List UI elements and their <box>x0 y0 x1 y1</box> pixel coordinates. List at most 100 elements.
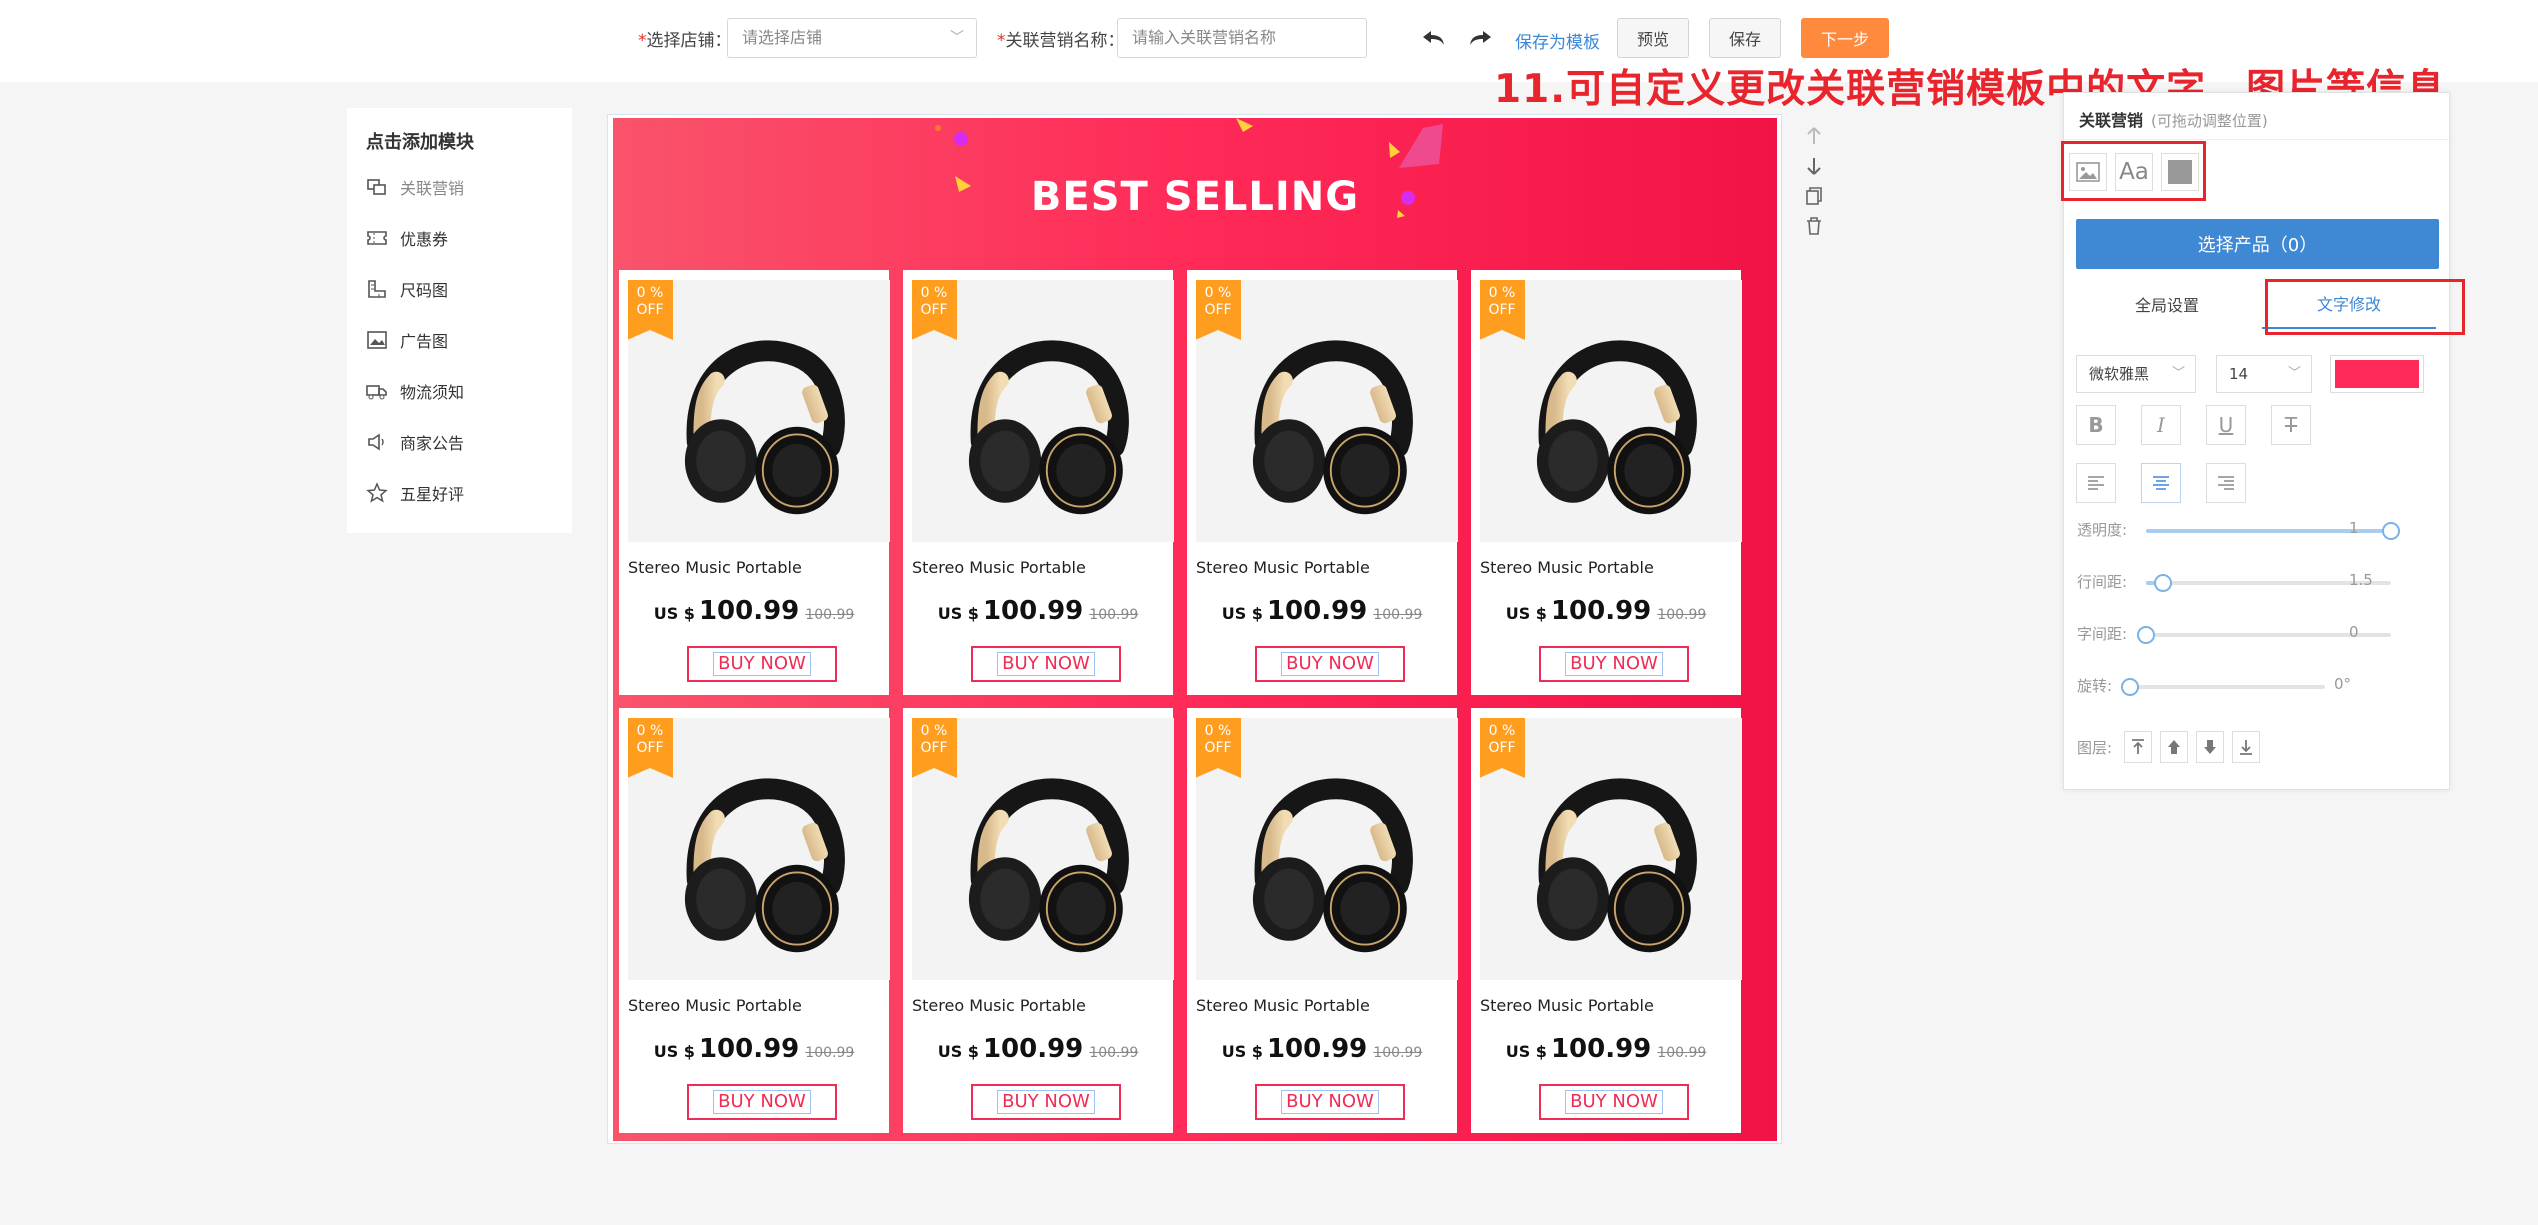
annotation-box-text-tab <box>2265 279 2465 335</box>
copy-icon[interactable] <box>1802 184 1826 208</box>
buy-now-button[interactable]: BUY NOW <box>971 646 1121 682</box>
product-name[interactable]: Stereo Music Portable <box>912 558 1086 577</box>
product-image[interactable]: 0 % OFF <box>912 718 1174 980</box>
layer-label: 图层: <box>2077 739 2113 757</box>
product-card[interactable]: 0 % OFF Stereo Music Portable US $100.99 100… <box>1187 270 1458 695</box>
move-up-icon[interactable] <box>1802 124 1826 148</box>
save-button[interactable]: 保存 <box>1709 18 1781 58</box>
rotation-slider[interactable] <box>2121 678 2325 696</box>
underline-button[interactable]: U <box>2206 405 2246 445</box>
product-price[interactable]: US $100.99 100.99 <box>903 1034 1173 1064</box>
buy-now-button[interactable]: BUY NOW <box>1255 1084 1405 1120</box>
product-name[interactable]: Stereo Music Portable <box>1196 558 1370 577</box>
sidebar-item-related-marketing[interactable]: 关联营销 <box>366 172 464 202</box>
strikethrough-button[interactable]: T <box>2271 405 2311 445</box>
size-chart-icon <box>368 280 386 298</box>
discount-badge: 0 % OFF <box>1196 718 1241 778</box>
product-card[interactable]: 0 % OFF Stereo Music Portable US $100.99 100… <box>619 270 890 695</box>
sidebar-item-size-chart[interactable]: 尺码图 <box>366 274 448 304</box>
original-price: 100.99 <box>1089 1045 1139 1061</box>
move-down-icon[interactable] <box>1802 154 1826 178</box>
price-value: 100.99 <box>1550 1034 1652 1064</box>
bold-button[interactable]: B <box>2076 405 2116 445</box>
slider-handle[interactable] <box>2382 522 2400 540</box>
product-price[interactable]: US $100.99 100.99 <box>1471 596 1741 626</box>
product-price[interactable]: US $100.99 100.99 <box>903 596 1173 626</box>
send-backward-icon[interactable] <box>2196 731 2224 763</box>
shop-select[interactable]: 请选择店铺 ﹀ <box>727 18 977 58</box>
text-color-picker[interactable] <box>2330 355 2424 393</box>
product-price[interactable]: US $100.99 100.99 <box>619 596 889 626</box>
buy-now-button[interactable]: BUY NOW <box>1539 646 1689 682</box>
buy-now-button[interactable]: BUY NOW <box>971 1084 1121 1120</box>
product-price[interactable]: US $100.99 100.99 <box>1187 596 1457 626</box>
sidebar-item-ad-image[interactable]: 广告图 <box>366 325 448 355</box>
shape-tool-icon[interactable] <box>2161 153 2199 191</box>
sidebar-item-coupon[interactable]: 优惠券 <box>366 223 448 253</box>
tab-global-settings[interactable]: 全局设置 <box>2076 279 2258 329</box>
product-image[interactable]: 0 % OFF <box>912 280 1174 542</box>
property-panel[interactable]: 关联营销 (可拖动调整位置) Aa 选择产品（0） 全局设置 文字修改 微软雅黑 ﹀… <box>2061 92 2465 790</box>
bring-forward-icon[interactable] <box>2160 731 2188 763</box>
align-center-icon[interactable] <box>2141 463 2181 503</box>
font-family-select[interactable]: 微软雅黑 ﹀ <box>2076 355 2196 393</box>
product-card[interactable]: 0 % OFF Stereo Music Portable US $100.99 100… <box>1471 270 1742 695</box>
product-image[interactable]: 0 % OFF <box>1196 718 1458 980</box>
product-image[interactable]: 0 % OFF <box>628 718 890 980</box>
bring-to-front-icon[interactable] <box>2124 731 2152 763</box>
product-card[interactable]: 0 % OFF Stereo Music Portable US $100.99 100… <box>903 270 1174 695</box>
product-name[interactable]: Stereo Music Portable <box>912 996 1086 1015</box>
slider-handle[interactable] <box>2121 678 2139 696</box>
font-size-select[interactable]: 14 ﹀ <box>2216 355 2312 393</box>
currency-label: US $ <box>937 1042 979 1061</box>
product-name[interactable]: Stereo Music Portable <box>628 558 802 577</box>
product-price[interactable]: US $100.99 100.99 <box>1187 1034 1457 1064</box>
panel-hint: (可拖动调整位置) <box>2151 112 2268 130</box>
product-card[interactable]: 0 % OFF Stereo Music Portable US $100.99 100… <box>1187 708 1458 1133</box>
buy-now-button[interactable]: BUY NOW <box>1539 1084 1689 1120</box>
line-height-value: 1.5 <box>2349 571 2373 589</box>
buy-now-button[interactable]: BUY NOW <box>687 1084 837 1120</box>
price-value: 100.99 <box>982 596 1084 626</box>
product-image[interactable]: 0 % OFF <box>1196 280 1458 542</box>
square-shape-icon <box>2168 160 2192 184</box>
currency-label: US $ <box>1505 604 1547 623</box>
italic-button[interactable]: I <box>2141 405 2181 445</box>
text-tool-icon[interactable]: Aa <box>2115 153 2153 191</box>
star-icon <box>366 482 388 503</box>
save-as-template-link[interactable]: 保存为模板 <box>1515 28 1600 53</box>
sidebar-item-announcement[interactable]: 商家公告 <box>366 427 464 457</box>
product-name[interactable]: Stereo Music Portable <box>1480 558 1654 577</box>
image-tool-icon[interactable] <box>2069 153 2107 191</box>
next-step-button[interactable]: 下一步 <box>1801 18 1889 58</box>
product-price[interactable]: US $100.99 100.99 <box>619 1034 889 1064</box>
product-image[interactable]: 0 % OFF <box>628 280 890 542</box>
product-card[interactable]: 0 % OFF Stereo Music Portable US $100.99 100… <box>903 708 1174 1133</box>
delete-icon[interactable] <box>1802 214 1826 238</box>
sidebar-title: 点击添加模块 <box>366 132 474 153</box>
marketing-name-input[interactable]: 请输入关联营销名称 <box>1117 18 1367 58</box>
product-name[interactable]: Stereo Music Portable <box>1196 996 1370 1015</box>
product-image[interactable]: 0 % OFF <box>1480 718 1742 980</box>
product-card[interactable]: 0 % OFF Stereo Music Portable US $100.99 100… <box>619 708 890 1133</box>
product-name[interactable]: Stereo Music Portable <box>1480 996 1654 1015</box>
preview-button[interactable]: 预览 <box>1617 18 1689 58</box>
product-card[interactable]: 0 % OFF Stereo Music Portable US $100.99 100… <box>1471 708 1742 1133</box>
sidebar-item-logistics[interactable]: 物流须知 <box>366 376 464 406</box>
product-name[interactable]: Stereo Music Portable <box>628 996 802 1015</box>
product-image[interactable]: 0 % OFF <box>1480 280 1742 542</box>
send-to-back-icon[interactable] <box>2232 731 2260 763</box>
buy-now-button[interactable]: BUY NOW <box>1255 646 1405 682</box>
undo-icon[interactable] <box>1417 18 1451 58</box>
select-products-button[interactable]: 选择产品（0） <box>2076 219 2439 269</box>
redo-icon[interactable] <box>1463 18 1497 58</box>
sidebar-item-five-star[interactable]: 五星好评 <box>366 478 464 508</box>
align-right-icon[interactable] <box>2206 463 2246 503</box>
slider-handle[interactable] <box>2137 626 2155 644</box>
slider-handle[interactable] <box>2154 574 2173 592</box>
align-left-icon[interactable] <box>2076 463 2116 503</box>
buy-now-button[interactable]: BUY NOW <box>687 646 837 682</box>
price-value: 100.99 <box>698 1034 800 1064</box>
discount-badge: 0 % OFF <box>1196 280 1241 340</box>
product-price[interactable]: US $100.99 100.99 <box>1471 1034 1741 1064</box>
